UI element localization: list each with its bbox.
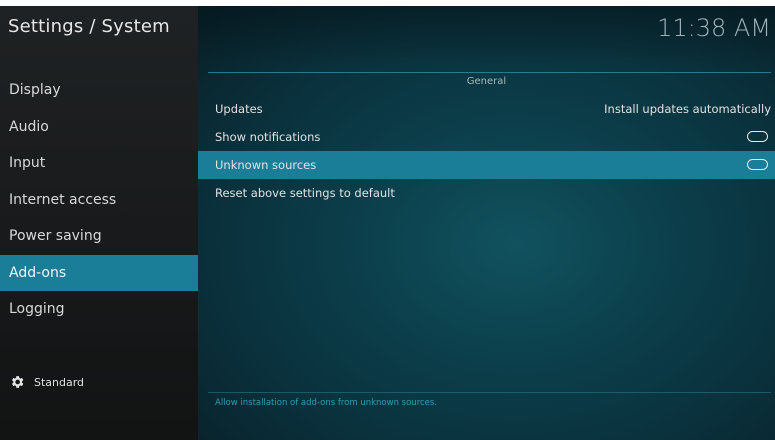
sidebar-item-display[interactable]: Display — [0, 72, 198, 109]
kodi-window: Settings / System Display Audio Input In… — [0, 6, 775, 440]
sidebar-item-add-ons[interactable]: Add-ons — [0, 254, 198, 291]
group-title: General — [466, 76, 507, 87]
unknown-sources-toggle[interactable] — [747, 159, 768, 170]
group-divider — [208, 72, 771, 73]
page-title: Settings / System — [8, 16, 170, 37]
settings-panel: 11:38 AM General Updates Install updates… — [198, 6, 775, 440]
show-notifications-toggle[interactable] — [747, 131, 768, 142]
clock: 11:38 AM — [657, 14, 771, 42]
footer-divider — [208, 392, 771, 393]
sidebar-item-power-saving[interactable]: Power saving — [0, 218, 198, 255]
setting-label: Show notifications — [215, 130, 321, 144]
settings-level-button[interactable]: Standard — [9, 374, 84, 390]
sidebar-item-input[interactable]: Input — [0, 145, 198, 182]
setting-label: Reset above settings to default — [215, 186, 395, 200]
sidebar-item-audio[interactable]: Audio — [0, 109, 198, 146]
sidebar-item-logging[interactable]: Logging — [0, 291, 198, 328]
setting-label: Updates — [215, 102, 263, 116]
setting-unknown-sources[interactable]: Unknown sources — [198, 151, 775, 179]
setting-updates[interactable]: Updates Install updates automatically — [198, 95, 775, 123]
settings-level-label: Standard — [34, 375, 85, 389]
sidebar-item-internet-access[interactable]: Internet access — [0, 182, 198, 219]
sidebar: Settings / System Display Audio Input In… — [0, 6, 198, 440]
screen: Settings / System Display Audio Input In… — [0, 0, 775, 440]
setting-show-notifications[interactable]: Show notifications — [198, 123, 775, 151]
setting-description: Allow installation of add-ons from unkno… — [215, 398, 438, 408]
sidebar-menu: Display Audio Input Internet access Powe… — [0, 72, 198, 328]
setting-value: Install updates automatically — [604, 102, 771, 116]
setting-reset-defaults[interactable]: Reset above settings to default — [198, 179, 775, 207]
gear-icon — [12, 376, 24, 388]
setting-label: Unknown sources — [215, 158, 317, 172]
